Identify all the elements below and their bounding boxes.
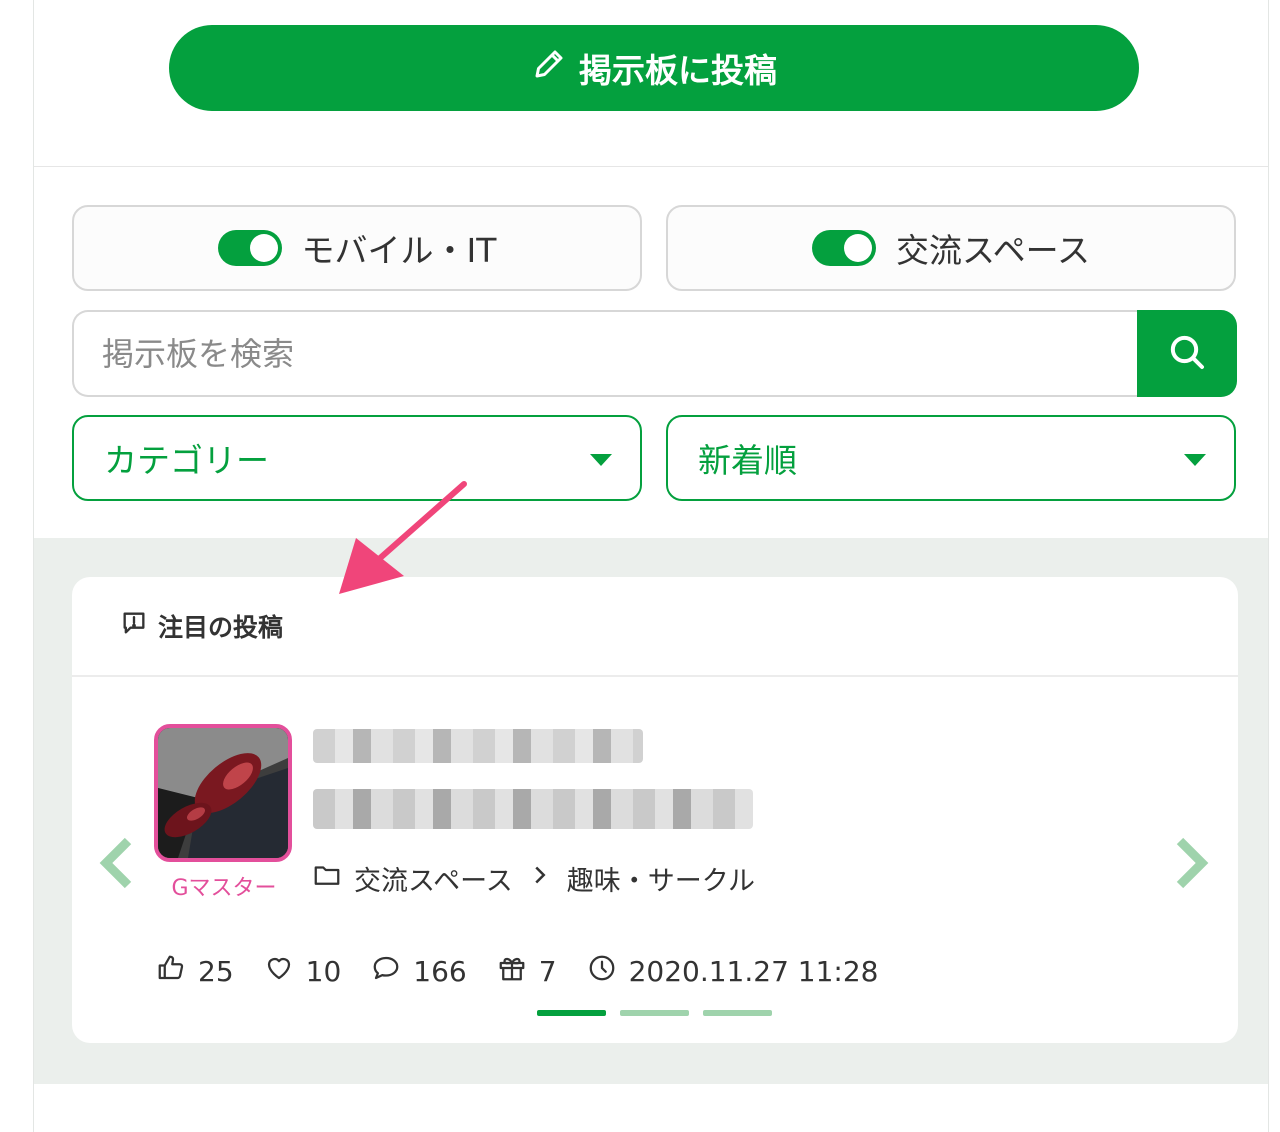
likes-count: 25 [198, 955, 234, 988]
toggle-switch[interactable] [217, 230, 282, 266]
caret-down-icon [1184, 454, 1206, 466]
category-select-value: カテゴリー [104, 441, 269, 480]
comment-icon [371, 953, 401, 990]
comments-stat: 166 [371, 953, 467, 990]
carousel-next-button[interactable] [1170, 835, 1214, 891]
clock-icon [587, 953, 617, 990]
category-select[interactable]: カテゴリー [72, 415, 642, 501]
chevron-right-small-icon [525, 860, 555, 897]
featured-card: 注目の投稿 Gマスター 交流スペース 趣味・サークル 25 10 166 7 2… [72, 577, 1238, 1043]
featured-heading: 注目の投稿 [158, 613, 284, 642]
sort-select[interactable]: 新着順 [666, 415, 1236, 501]
page: 掲示板に投稿 モバイル・IT 交流スペース カテゴリー 新着順 注目の投稿 [33, 0, 1269, 1132]
carousel-prev-button[interactable] [94, 835, 138, 891]
search-button[interactable] [1137, 310, 1237, 397]
post-datetime: 2020.11.27 11:28 [628, 955, 879, 988]
favorites-count: 10 [305, 955, 342, 988]
toggle-community-space[interactable]: 交流スペース [666, 205, 1236, 291]
post-stats: 25 10 166 7 2020.11.27 11:28 [156, 953, 878, 990]
post-to-board-button[interactable]: 掲示板に投稿 [169, 25, 1139, 111]
avatar[interactable] [154, 724, 292, 862]
comments-count: 166 [413, 955, 467, 988]
toggle-mobile-it[interactable]: モバイル・IT [72, 205, 642, 291]
carousel-indicator[interactable] [703, 1010, 772, 1016]
post-to-board-label: 掲示板に投稿 [579, 51, 777, 90]
heart-icon [264, 953, 294, 990]
folder-icon [312, 860, 342, 897]
caret-down-icon [590, 454, 612, 466]
gifts-count: 7 [538, 955, 557, 988]
post-excerpt-blurred[interactable] [313, 789, 753, 829]
favorites-stat: 10 [264, 953, 342, 990]
toggle-label: モバイル・IT [301, 231, 497, 270]
breadcrumb-parent[interactable]: 交流スペース [354, 859, 513, 898]
toggle-switch[interactable] [811, 230, 876, 266]
search-icon [1167, 332, 1207, 376]
datetime-stat: 2020.11.27 11:28 [587, 953, 879, 990]
search-input[interactable] [72, 310, 1142, 397]
gift-icon [497, 953, 527, 990]
breadcrumb: 交流スペース 趣味・サークル [312, 859, 755, 898]
search-bar [72, 310, 1237, 397]
message-alert-icon [120, 609, 148, 643]
likes-stat: 25 [156, 953, 234, 990]
pencil-icon [531, 46, 567, 90]
chevron-right-icon [1176, 837, 1209, 889]
sort-select-value: 新着順 [698, 441, 797, 480]
carousel-indicator[interactable] [620, 1010, 689, 1016]
gifts-stat: 7 [497, 953, 557, 990]
carousel-indicator[interactable] [537, 1010, 606, 1016]
author-name[interactable]: Gマスター [142, 870, 306, 902]
toggle-label: 交流スペース [895, 231, 1091, 270]
thumbs-up-icon [156, 953, 186, 990]
carousel-indicators [537, 1010, 772, 1016]
featured-header: 注目の投稿 [72, 577, 1238, 677]
post-title-blurred[interactable] [313, 729, 643, 763]
chevron-left-icon [99, 837, 132, 889]
divider [34, 166, 1268, 167]
breadcrumb-child[interactable]: 趣味・サークル [567, 859, 755, 898]
